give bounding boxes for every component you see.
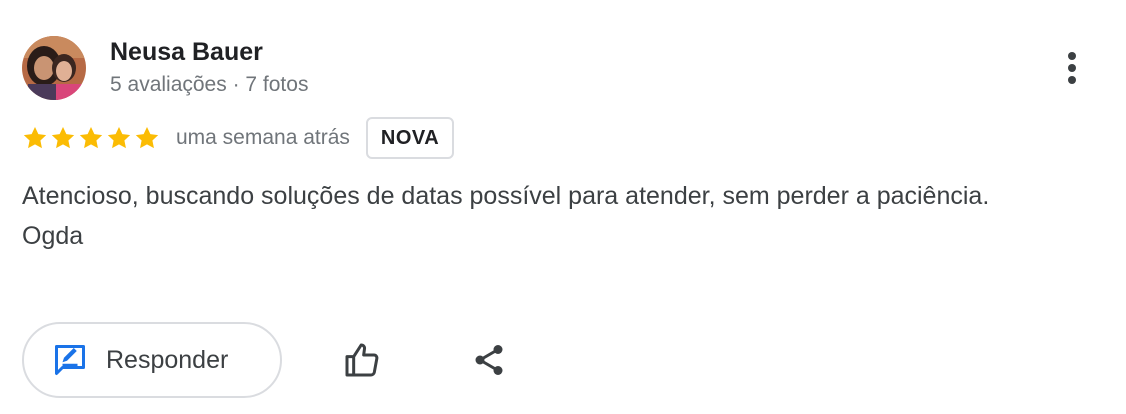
more-vert-icon xyxy=(1068,52,1076,84)
reply-edit-icon xyxy=(55,345,85,375)
author-stats: 5 avaliações · 7 fotos xyxy=(110,73,309,96)
review-date: uma semana atrás xyxy=(176,126,350,149)
star-icon xyxy=(135,126,159,149)
share-icon xyxy=(475,345,503,375)
new-badge: NOVA xyxy=(365,117,455,159)
review-text-line: Atencioso, buscando soluções de datas po… xyxy=(22,182,990,210)
like-button[interactable] xyxy=(336,334,388,386)
star-icon xyxy=(79,126,103,149)
star-rating xyxy=(22,125,160,151)
more-options-button[interactable] xyxy=(1052,44,1092,92)
review-actions: Responder xyxy=(22,322,515,398)
star-icon xyxy=(51,126,75,149)
review-text: Atencioso, buscando soluções de datas po… xyxy=(22,176,1022,256)
star-icon xyxy=(23,126,47,149)
star-icon xyxy=(107,126,131,149)
review-text-line: Ogda xyxy=(22,222,84,250)
rating-row: uma semana atrás NOVA xyxy=(22,116,455,160)
author-avatar[interactable] xyxy=(22,36,86,100)
respond-label: Responder xyxy=(106,345,229,374)
share-button[interactable] xyxy=(463,334,515,386)
author-name[interactable]: Neusa Bauer xyxy=(110,36,263,68)
respond-button[interactable]: Responder xyxy=(22,322,282,398)
thumb-up-icon xyxy=(345,343,379,377)
